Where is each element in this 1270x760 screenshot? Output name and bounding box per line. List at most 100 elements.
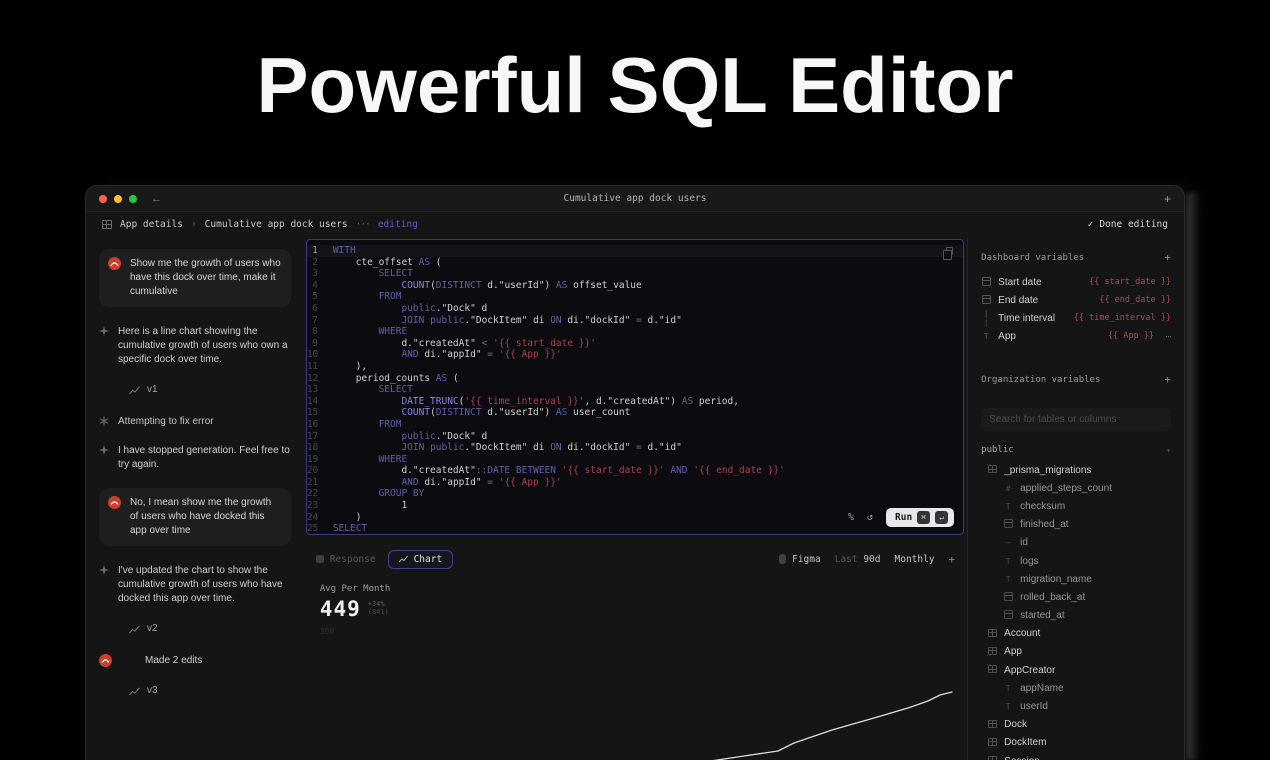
text-type-icon: T xyxy=(1005,556,1011,566)
chat-item-version[interactable]: v1 xyxy=(129,383,291,397)
code-line[interactable]: 12 period_counts AS ( xyxy=(307,373,963,385)
code-line[interactable]: 13 SELECT xyxy=(307,384,963,396)
line-chart xyxy=(712,691,953,760)
id-type-icon: – xyxy=(1005,538,1011,548)
chat-item-version[interactable]: v3 xyxy=(129,684,291,698)
close-window-button[interactable] xyxy=(99,194,107,203)
copy-icon[interactable] xyxy=(943,247,954,260)
add-dashboard-variable-button[interactable]: + xyxy=(1164,251,1171,264)
variable-more-icon[interactable]: ··· xyxy=(1165,331,1172,341)
schema-table-row[interactable]: DockItem xyxy=(981,734,1171,752)
code-line[interactable]: 19 WHERE xyxy=(307,454,963,466)
schema-column-row[interactable]: TuserId xyxy=(981,697,1171,715)
add-organization-variable-button[interactable]: + xyxy=(1164,373,1171,386)
code-line[interactable]: 10 AND di."appId" = '{{ App }}' xyxy=(307,349,963,361)
schema-table-row[interactable]: Session xyxy=(981,752,1171,760)
schema-column-row[interactable]: – id xyxy=(981,534,1171,552)
schema-table-row[interactable]: App xyxy=(981,643,1171,661)
schema-item-label: started_at xyxy=(1020,610,1065,622)
tab-response[interactable]: Response xyxy=(315,554,376,565)
code-line[interactable]: 5 FROM xyxy=(307,291,963,303)
breadcrumb-app-details[interactable]: App details xyxy=(120,219,183,230)
cmd-key-icon: ⌘ xyxy=(917,511,931,524)
user-avatar-icon xyxy=(108,257,121,270)
format-icon[interactable]: % xyxy=(848,512,854,523)
breadcrumb-query-name[interactable]: Cumulative app dock users xyxy=(205,219,348,230)
variable-row[interactable]: Start date {{ start_date }} xyxy=(981,273,1171,291)
user-avatar-icon xyxy=(108,496,121,509)
schema-column-row[interactable]: rolled_back_at xyxy=(981,588,1171,606)
tab-chart[interactable]: Chart xyxy=(387,549,454,569)
schema-column-row[interactable]: Tchecksum xyxy=(981,497,1171,515)
maximize-window-button[interactable] xyxy=(129,194,137,203)
code-token: '{{ time_interval }}' xyxy=(464,395,585,407)
variable-row[interactable]: End date {{ end_date }} xyxy=(981,291,1171,309)
back-icon[interactable]: ← xyxy=(151,193,162,205)
code-token: '{{ App }}' xyxy=(498,349,562,361)
new-tab-button[interactable]: + xyxy=(1164,192,1171,206)
line-number: 11 xyxy=(306,360,319,372)
range-select[interactable]: Last 90d xyxy=(835,554,881,565)
schema-search-input[interactable] xyxy=(989,414,1163,425)
code-line[interactable]: 18 JOIN public ."DockItem" di ON di."dock… xyxy=(307,442,963,454)
breadcrumb-more-icon[interactable]: ··· xyxy=(356,219,371,230)
code-token: ."Dock" d xyxy=(435,302,488,314)
schema-table-row[interactable]: _prisma_migrations xyxy=(981,461,1171,479)
schema-item-label: AppCreator xyxy=(1004,664,1056,676)
code-line[interactable]: 20 d."createdAt":: DATE BETWEEN '{{ start… xyxy=(307,465,963,477)
version-chart-icon xyxy=(129,385,140,394)
schema-table-row[interactable]: AppCreator xyxy=(981,661,1171,679)
sparkle-icon xyxy=(99,565,109,575)
schema-table-row[interactable]: Dock xyxy=(981,716,1171,734)
schema-column-row[interactable]: TappName xyxy=(981,679,1171,697)
table-icon xyxy=(987,465,997,474)
schema-column-row[interactable]: started_at xyxy=(981,607,1171,625)
code-line[interactable]: 16 FROM xyxy=(307,419,963,431)
code-line[interactable]: 3 SELECT xyxy=(307,268,963,280)
code-line[interactable]: 9 d."createdAt" < '{{ start_date }}' xyxy=(307,338,963,350)
metric-label: Avg Per Month xyxy=(319,584,391,594)
minimize-window-button[interactable] xyxy=(114,194,122,203)
code-token: d."userId") xyxy=(481,407,556,419)
done-editing-button[interactable]: ✓ Done editing xyxy=(1088,219,1168,230)
code-token: cte_offset xyxy=(332,256,419,268)
run-button[interactable]: Run ⌘ ↵ xyxy=(886,508,955,527)
code-line[interactable]: 1 WITH xyxy=(307,245,963,257)
code-line[interactable]: 8 WHERE xyxy=(307,326,963,338)
code-line[interactable]: 6 public ."Dock" d xyxy=(307,303,963,315)
code-line[interactable]: 11 ), xyxy=(307,361,963,373)
variable-row[interactable]: | | Time interval {{ time_interval }} xyxy=(981,309,1171,327)
code-token: di."appId" xyxy=(418,476,488,488)
variable-row[interactable]: T App {{ App }} ··· xyxy=(981,327,1172,345)
code-line[interactable]: 4 COUNT(DISTINCT d."userId") AS offset_v… xyxy=(307,280,963,292)
code-token: '{{ App }}' xyxy=(498,476,562,488)
chat-text: Made 2 edits xyxy=(145,655,203,666)
chat-item-version[interactable]: v2 xyxy=(129,622,291,636)
code-line[interactable]: 2 cte_offset AS ( xyxy=(307,257,963,269)
code-line[interactable]: 15 COUNT(DISTINCT d."userId") AS user_co… xyxy=(307,407,963,419)
interval-select[interactable]: Monthly xyxy=(895,554,935,565)
code-line[interactable]: 17 public ."Dock" d xyxy=(307,431,963,443)
date-type-icon xyxy=(1003,519,1013,529)
history-icon[interactable]: ↺ xyxy=(867,512,873,523)
schema-search[interactable] xyxy=(981,408,1171,431)
code-line[interactable]: 14 DATE_TRUNC('{{ time_interval }}', d."… xyxy=(307,396,963,408)
add-view-button[interactable]: + xyxy=(949,553,956,566)
schema-column-row[interactable]: Tlogs xyxy=(981,552,1171,570)
window-titlebar: ← Cumulative app dock users + xyxy=(86,186,1184,212)
schema-public-header[interactable]: public ▾ xyxy=(981,445,1171,455)
code-line[interactable]: 22 GROUP BY xyxy=(307,488,963,500)
line-number: 10 xyxy=(306,349,319,361)
schema-column-row[interactable]: finished_at xyxy=(981,516,1171,534)
schema-column-row[interactable]: # applied_steps_count xyxy=(981,479,1171,497)
code-token: '{{ start_date }}' xyxy=(561,465,665,477)
code-line[interactable]: 7 JOIN public ."DockItem" di ON di."dockI… xyxy=(307,315,963,327)
chat-text: v3 xyxy=(147,685,158,696)
schema-table-row[interactable]: Account xyxy=(981,625,1171,643)
code-area[interactable]: 1 WITH 2 cte_offset AS (3 SELECT 4 COUNT(DI… xyxy=(307,240,963,534)
schema-column-row[interactable]: Tmigration_name xyxy=(981,570,1171,588)
code-line[interactable]: 21 AND di."appId" = '{{ App }}' xyxy=(307,477,963,489)
sql-editor[interactable]: 1 WITH 2 cte_offset AS (3 SELECT 4 COUNT(DI… xyxy=(305,239,965,535)
figma-toggle[interactable]: Figma xyxy=(779,554,821,565)
